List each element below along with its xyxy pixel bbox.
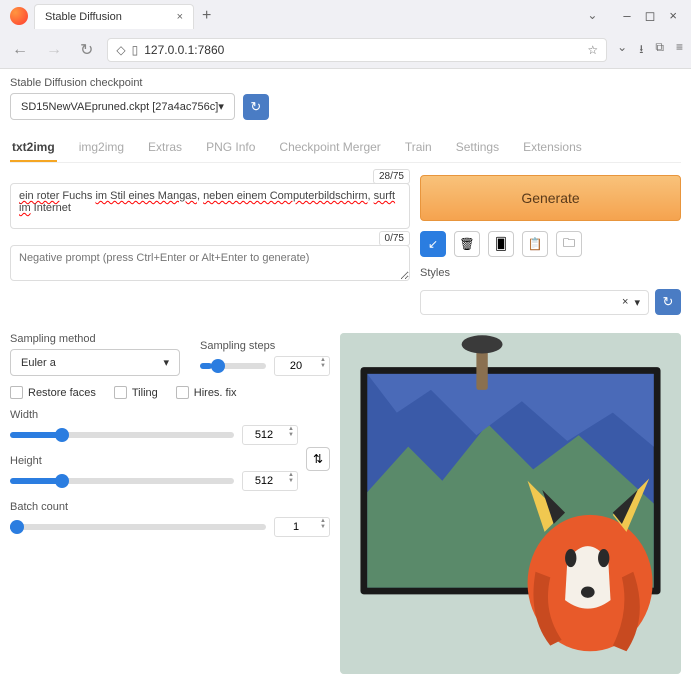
close-window-icon[interactable]: ×	[669, 8, 677, 24]
card-icon[interactable]: 🂠	[488, 231, 514, 257]
restore-faces-checkbox[interactable]: Restore faces	[10, 386, 96, 399]
sampling-method-dropdown[interactable]: Euler a ▾	[10, 349, 180, 376]
styles-dropdown[interactable]: × ▾	[420, 290, 649, 315]
chevron-down-icon: ▾	[634, 296, 640, 309]
forward-icon[interactable]: →	[42, 37, 66, 63]
arrow-action-button[interactable]: ↙	[420, 231, 446, 257]
chevron-down-icon: ▾	[218, 100, 224, 113]
tiling-checkbox[interactable]: Tiling	[114, 386, 158, 399]
prompt-input[interactable]: ein roter Fuchs im Stil eines Mangas, ne…	[10, 183, 410, 229]
output-image[interactable]	[340, 333, 681, 674]
tab-extras[interactable]: Extras	[146, 134, 184, 162]
tab-title: Stable Diffusion	[45, 11, 122, 23]
browser-tab[interactable]: Stable Diffusion ×	[34, 4, 194, 29]
sampling-steps-slider[interactable]	[200, 363, 266, 369]
close-tab-icon[interactable]: ×	[177, 11, 183, 23]
tab-settings[interactable]: Settings	[454, 134, 501, 162]
prompt-counter: 28/75	[373, 169, 410, 184]
tab-bar: Stable Diffusion × + ⌄ – ◻ ×	[0, 0, 691, 32]
chevron-down-icon[interactable]: ⌄	[587, 8, 597, 24]
download-icon[interactable]: ⭳	[639, 40, 643, 61]
tab-img2img[interactable]: img2img	[77, 134, 126, 162]
back-icon[interactable]: ←	[8, 37, 32, 63]
sampling-method-label: Sampling method	[10, 333, 180, 345]
apply-style-button[interactable]: ↻	[655, 289, 681, 315]
tab-txt2img[interactable]: txt2img	[10, 134, 57, 162]
width-label: Width	[10, 409, 298, 421]
window-controls: ⌄ – ◻ ×	[587, 8, 687, 24]
chevron-down-icon: ▾	[163, 356, 169, 369]
extensions-icon[interactable]: ⧉	[655, 40, 664, 61]
sampling-steps-label: Sampling steps	[200, 340, 330, 352]
shield-icon: ◇	[116, 43, 125, 57]
clipboard-icon[interactable]: 📋	[522, 231, 548, 257]
height-label: Height	[10, 455, 298, 467]
tab-train[interactable]: Train	[403, 134, 434, 162]
checkpoint-dropdown[interactable]: SD15NewVAEpruned.ckpt [27a4ac756c] ▾	[10, 93, 235, 120]
minimize-icon[interactable]: –	[623, 8, 630, 24]
hires-fix-checkbox[interactable]: Hires. fix	[176, 386, 237, 399]
address-bar: ← → ↻ ◇ ▯ 127.0.0.1:7860 ☆ ⌄ ⭳ ⧉ ≡	[0, 32, 691, 68]
swap-dimensions-button[interactable]: ⇅	[306, 447, 330, 471]
reload-page-icon[interactable]: ↻	[76, 36, 97, 64]
url-input[interactable]: ◇ ▯ 127.0.0.1:7860 ☆	[107, 38, 607, 62]
batch-count-label: Batch count	[10, 501, 330, 513]
folder-icon[interactable]: 🗀	[556, 231, 582, 257]
trash-icon[interactable]: 🗑	[454, 231, 480, 257]
firefox-logo-icon	[10, 7, 28, 25]
neg-prompt-counter: 0/75	[379, 231, 410, 246]
mode-tabs: txt2img img2img Extras PNG Info Checkpoi…	[10, 134, 681, 163]
maximize-icon[interactable]: ◻	[645, 8, 656, 24]
batch-count-slider[interactable]	[10, 524, 266, 530]
new-tab-button[interactable]: +	[202, 7, 211, 25]
pocket-icon[interactable]: ⌄	[617, 40, 627, 61]
generate-button[interactable]: Generate	[420, 175, 681, 221]
tab-checkpoint-merger[interactable]: Checkpoint Merger	[277, 134, 382, 162]
height-slider[interactable]	[10, 478, 234, 484]
tab-pnginfo[interactable]: PNG Info	[204, 134, 257, 162]
tab-extensions[interactable]: Extensions	[521, 134, 584, 162]
reload-checkpoint-button[interactable]: ↻	[243, 94, 269, 120]
negative-prompt-input[interactable]	[10, 245, 410, 281]
width-slider[interactable]	[10, 432, 234, 438]
app-content: Stable Diffusion checkpoint SD15NewVAEpr…	[0, 69, 691, 682]
clear-icon[interactable]: ×	[622, 296, 628, 308]
browser-chrome: Stable Diffusion × + ⌄ – ◻ × ← → ↻ ◇ ▯ 1…	[0, 0, 691, 69]
styles-label: Styles	[420, 267, 450, 279]
checkpoint-label: Stable Diffusion checkpoint	[10, 77, 235, 89]
url-text: 127.0.0.1:7860	[144, 43, 581, 57]
menu-icon[interactable]: ≡	[676, 40, 683, 61]
page-icon: ▯	[132, 43, 139, 57]
bookmark-star-icon[interactable]: ☆	[587, 43, 598, 57]
